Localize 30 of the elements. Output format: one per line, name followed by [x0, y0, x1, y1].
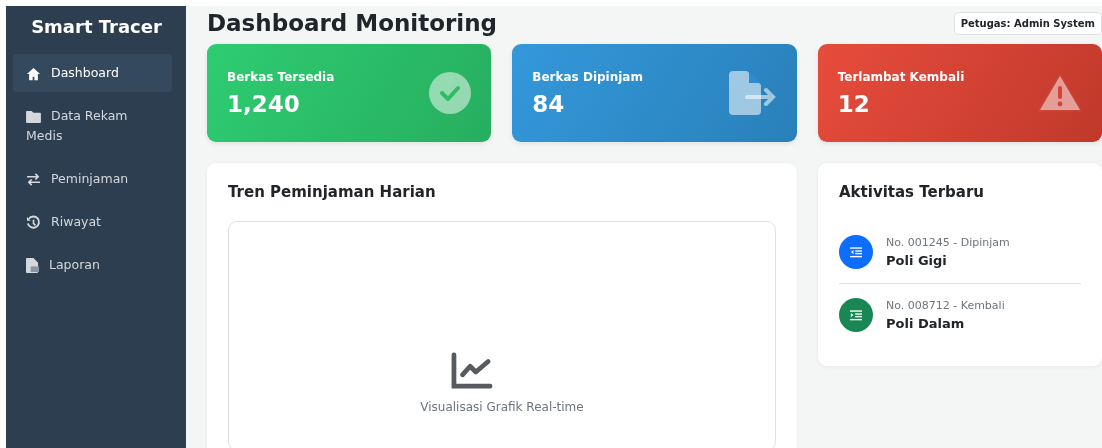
- stat-label: Berkas Dipinjam: [532, 69, 643, 84]
- brand-title: Smart Tracer: [30, 15, 163, 39]
- pdf-file-icon: [26, 258, 39, 273]
- stat-value: 1,240: [227, 90, 301, 117]
- history-icon: [26, 215, 41, 230]
- warning-icon: [1038, 74, 1082, 112]
- nav-link[interactable]: Data Rekam Medis: [13, 97, 172, 155]
- nav-link[interactable]: Peminjaman: [13, 160, 172, 198]
- activity-place: Poli Gigi: [886, 253, 948, 268]
- activity-place: Poli Dalam: [886, 316, 966, 331]
- nav-link[interactable]: Dashboard: [13, 54, 172, 92]
- activity-meta: No. 001245 - Dipinjam: [886, 236, 1010, 249]
- stat-label: Terlambat Kembali: [837, 69, 965, 84]
- line-chart-icon: [451, 352, 493, 390]
- folder-icon: [26, 110, 41, 123]
- check-circle-icon: [429, 72, 472, 114]
- page-title: Dashboard Monitoring: [207, 10, 498, 36]
- placeholder-text: Visualisasi Grafik Real-time: [420, 400, 584, 414]
- file-arrow-icon: [728, 71, 777, 115]
- user-badge: Petugas: Admin System: [953, 11, 1102, 35]
- panel-title: Tren Peminjaman Harian: [228, 183, 437, 201]
- stat-value: 84: [532, 90, 566, 117]
- nav-link[interactable]: Laporan: [13, 246, 172, 284]
- stat-value: 12: [837, 90, 871, 117]
- exchange-icon: [26, 173, 41, 186]
- panel-title: Aktivitas Terbaru: [839, 183, 985, 201]
- stat-label: Berkas Tersedia: [227, 69, 335, 84]
- home-icon: [26, 66, 41, 81]
- activity-meta: No. 008712 - Kembali: [886, 299, 1005, 312]
- nav-link[interactable]: Riwayat: [13, 203, 172, 241]
